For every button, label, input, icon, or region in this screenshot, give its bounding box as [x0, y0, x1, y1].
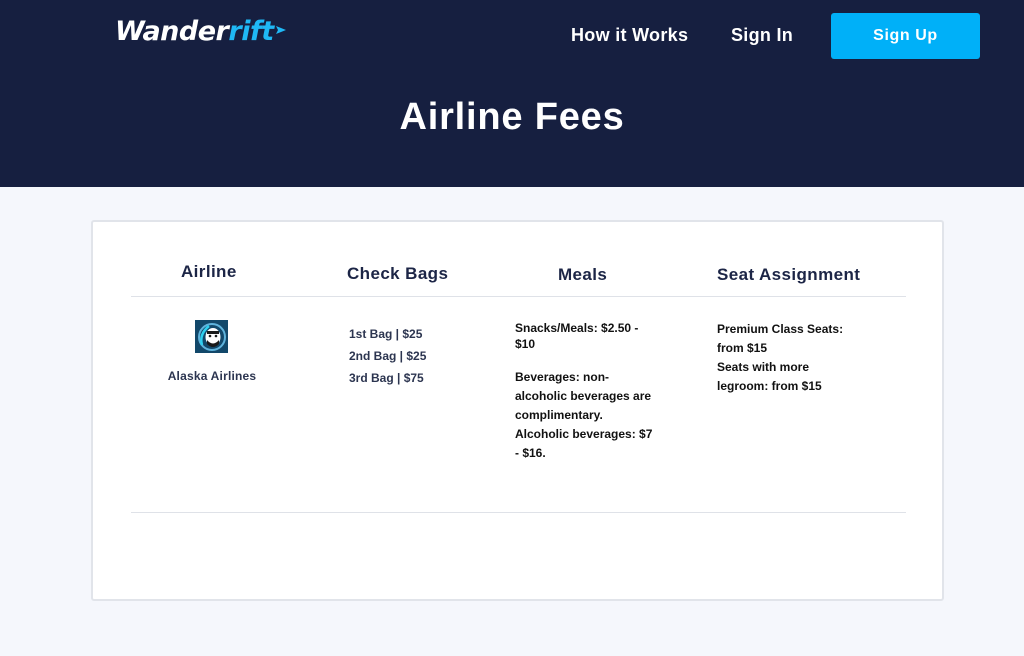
header-airline: Airline: [181, 262, 237, 281]
nav-sign-in[interactable]: Sign In: [731, 25, 793, 46]
header-meals: Meals: [558, 265, 608, 284]
bag-fee-item: 2nd Bag | $25: [349, 349, 427, 363]
bag-fee-item: 3rd Bag | $75: [349, 371, 424, 385]
header-check-bags: Check Bags: [347, 264, 449, 283]
alaska-airlines-logo: [195, 320, 228, 353]
nav-how-it-works[interactable]: How it Works: [571, 25, 688, 46]
bag-fee-item: 1st Bag | $25: [349, 327, 423, 341]
logo-text-accent-r: r: [228, 16, 242, 47]
airline-fees-table: Airline Check Bags Meals Seat Assignment…: [91, 220, 944, 601]
row-divider: [131, 512, 906, 513]
logo-text-main: Wander: [115, 16, 229, 47]
seat-legroom: Seats with more legroom: from $15: [717, 360, 822, 393]
seat-assignment-cell: Premium Class Seats: from $15 Seats with…: [717, 320, 855, 396]
airline-name: Alaska Airlines: [167, 369, 257, 383]
seat-premium: Premium Class Seats: from $15: [717, 322, 844, 355]
site-header: Wander r ift How it Works Sign In Sign Up …: [0, 0, 1024, 187]
page-title: Airline Fees: [399, 96, 625, 138]
header-divider: [131, 296, 906, 297]
meals-cell: Snacks/Meals: $2.50 - $10 Beverages: non…: [515, 320, 657, 463]
check-bags-list: 1st Bag | $25 2nd Bag | $25 3rd Bag | $7…: [349, 323, 426, 389]
wanderift-logo[interactable]: Wander r ift: [115, 16, 286, 47]
logo-text-accent: ift: [241, 16, 274, 47]
header-seat-assignment: Seat Assignment: [717, 265, 861, 284]
sign-up-button[interactable]: Sign Up: [831, 13, 980, 59]
meals-beverages: Beverages: non-alcoholic beverages are c…: [515, 370, 653, 460]
arrow-icon: [275, 26, 286, 34]
meals-snacks: Snacks/Meals: $2.50 - $10: [515, 321, 639, 351]
